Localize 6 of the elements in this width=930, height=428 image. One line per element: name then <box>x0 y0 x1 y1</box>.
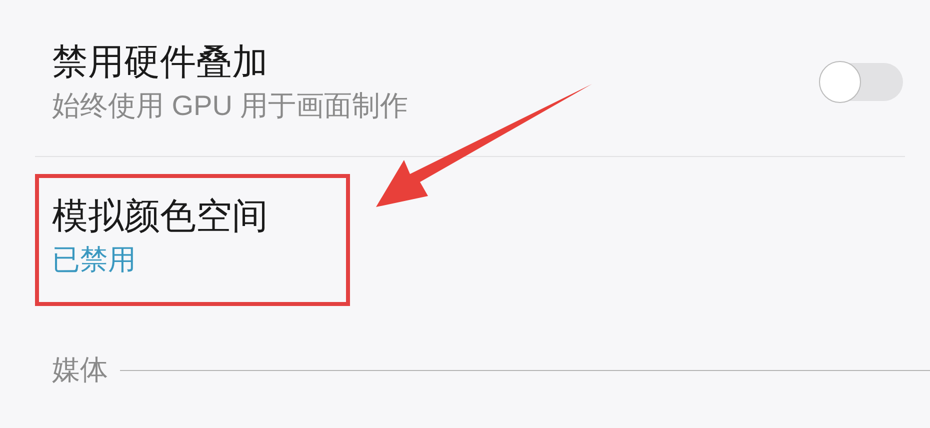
setting-title: 禁用硬件叠加 <box>52 40 269 84</box>
setting-title: 模拟颜色空间 <box>52 194 269 238</box>
setting-summary: 始终使用 GPU 用于画面制作 <box>52 89 408 123</box>
setting-summary: 已禁用 <box>52 243 137 277</box>
toggle-switch[interactable] <box>819 63 903 101</box>
section-header: 媒体 <box>52 353 108 387</box>
